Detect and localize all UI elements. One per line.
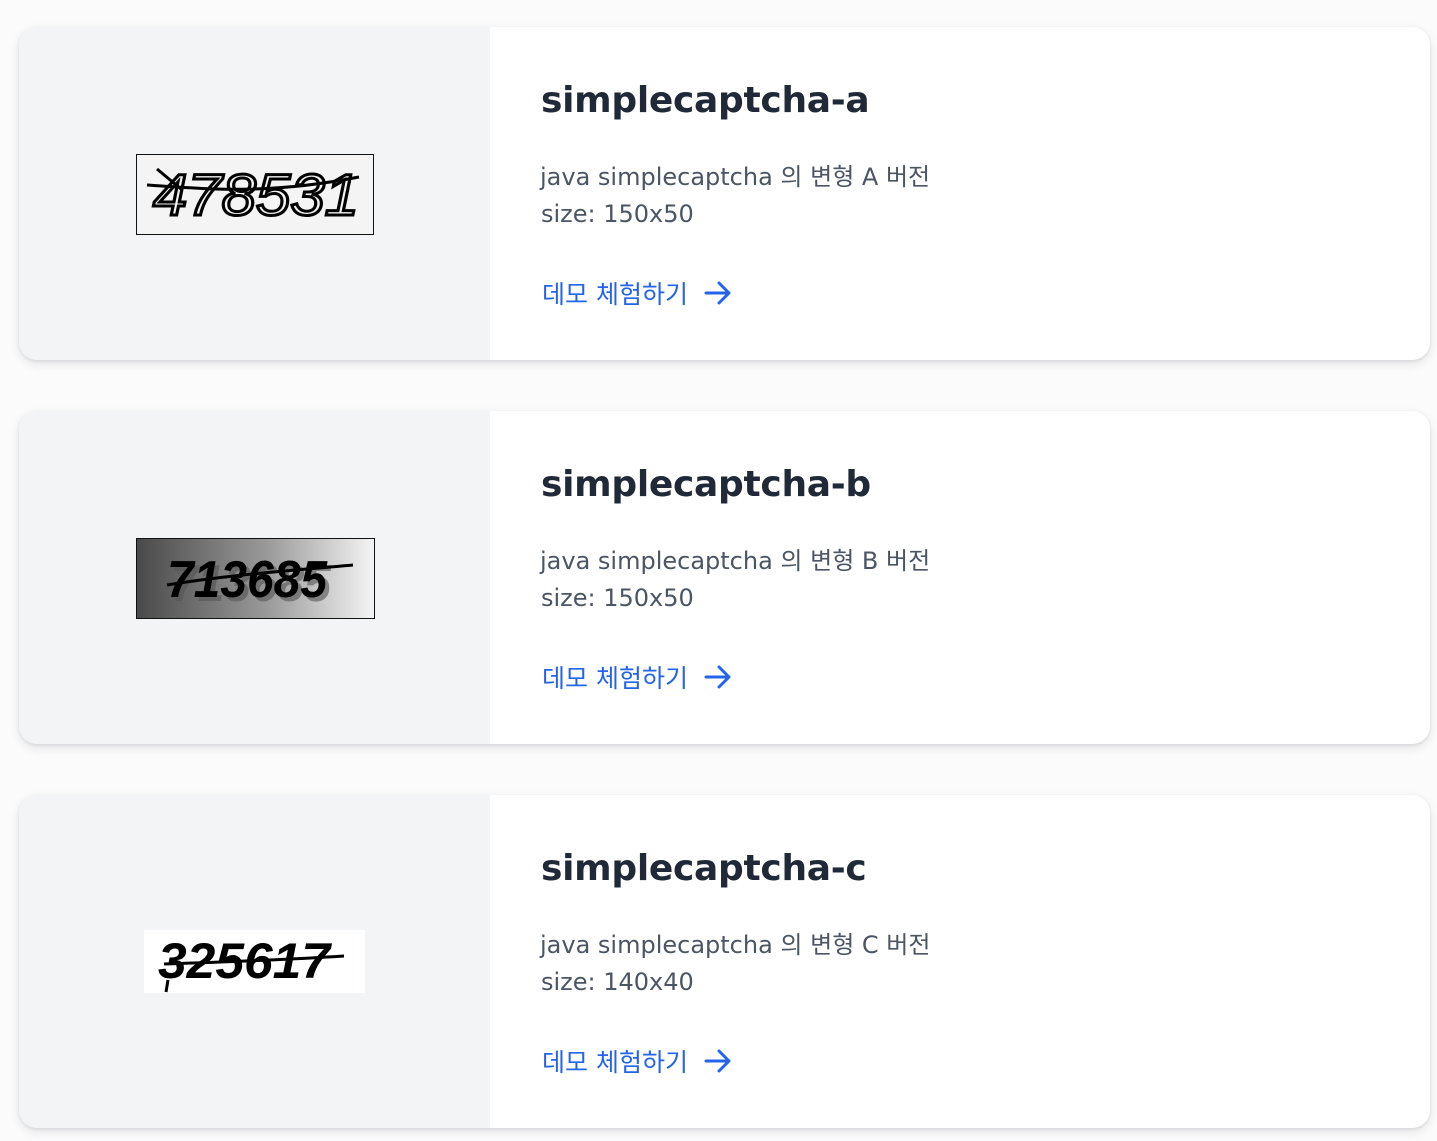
demo-link[interactable]: 데모 체험하기 <box>542 1043 732 1079</box>
card-title: simplecaptcha-b <box>541 464 871 505</box>
card-description: java simplecaptcha 의 변형 A 버전 <box>540 163 931 191</box>
captcha-image-a: 478531 <box>136 154 374 235</box>
captcha-card-c: 325617 simplecaptcha-c java simplecaptch… <box>19 795 1430 1128</box>
demo-link-label: 데모 체험하기 <box>542 1048 688 1077</box>
arrow-right-icon <box>704 1049 731 1073</box>
captcha-image-b: 713685 713685 <box>136 538 375 619</box>
captcha-preview-panel: 713685 713685 <box>19 411 490 744</box>
demo-link-label: 데모 체험하기 <box>542 664 688 693</box>
captcha-preview-panel: 325617 <box>19 795 490 1128</box>
captcha-image-c: 325617 <box>144 930 365 993</box>
card-body: simplecaptcha-b java simplecaptcha 의 변형 … <box>490 411 1430 744</box>
card-size: size: 150x50 <box>541 584 694 612</box>
demo-link-label: 데모 체험하기 <box>542 280 688 309</box>
captcha-card-a: 478531 simplecaptcha-a java simplecaptch… <box>19 27 1430 360</box>
card-body: simplecaptcha-c java simplecaptcha 의 변형 … <box>490 795 1430 1128</box>
card-size: size: 140x40 <box>541 968 694 996</box>
arrow-right-icon <box>704 281 731 305</box>
captcha-card-b: 713685 713685 simplecaptcha-b java simpl… <box>19 411 1430 744</box>
card-title: simplecaptcha-a <box>541 80 870 121</box>
card-title: simplecaptcha-c <box>541 848 867 889</box>
captcha-image-text: 478531 <box>153 163 359 228</box>
demo-link[interactable]: 데모 체험하기 <box>542 275 732 311</box>
card-description: java simplecaptcha 의 변형 C 버전 <box>540 931 931 959</box>
card-size: size: 150x50 <box>541 200 694 228</box>
demo-link[interactable]: 데모 체험하기 <box>542 659 732 695</box>
captcha-preview-panel: 478531 <box>19 27 490 360</box>
card-description: java simplecaptcha 의 변형 B 버전 <box>540 547 931 575</box>
arrow-right-icon <box>704 665 731 689</box>
card-body: simplecaptcha-a java simplecaptcha 의 변형 … <box>490 27 1430 360</box>
